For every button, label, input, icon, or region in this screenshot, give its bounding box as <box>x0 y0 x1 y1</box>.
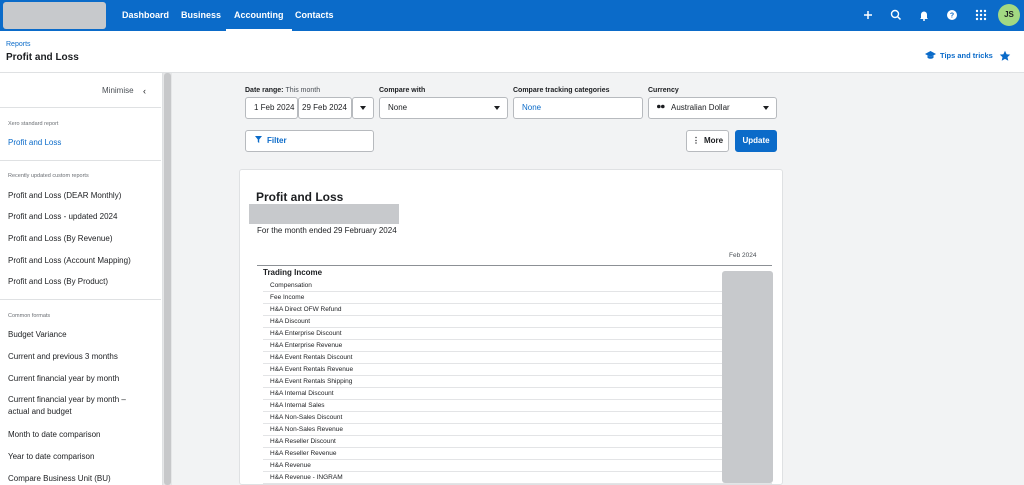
sidebar-divider <box>0 299 161 300</box>
sidebar-section-custom: Recently updated custom reports <box>8 173 89 179</box>
filter-icon <box>255 136 262 143</box>
sidebar-item-custom[interactable]: Profit and Loss - updated 2024 <box>8 211 148 223</box>
report-row[interactable]: Fee Income <box>263 292 772 304</box>
report-row[interactable]: H&A Revenue - INGRAM <box>263 472 772 484</box>
sidebar-item-custom[interactable]: Profit and Loss (By Product) <box>8 276 148 288</box>
report-row[interactable]: H&A Reseller Discount <box>263 436 772 448</box>
report-row[interactable]: H&A Direct OFW Refund <box>263 304 772 316</box>
currency-label: Currency <box>648 87 679 94</box>
report-organisation-name-redacted <box>249 204 399 224</box>
more-vertical-icon: ⋮ <box>691 136 700 145</box>
search-icon[interactable] <box>889 8 903 22</box>
chevron-down-icon <box>360 106 366 110</box>
report-subtitle: For the month ended 29 February 2024 <box>257 226 397 235</box>
compare-with-select[interactable]: None <box>379 97 508 119</box>
date-range-label: Date range: This month <box>245 87 321 94</box>
report-row[interactable]: H&A Internal Discount <box>263 388 772 400</box>
graduation-cap-icon <box>925 51 936 59</box>
sidebar-divider <box>0 160 161 161</box>
more-label: More <box>703 136 724 145</box>
sidebar-item-profit-and-loss[interactable]: Profit and Loss <box>8 137 148 149</box>
date-range-dropdown[interactable] <box>352 97 374 119</box>
sidebar-item-format[interactable]: Year to date comparison <box>8 451 148 463</box>
nav-dashboard[interactable]: Dashboard <box>122 0 169 31</box>
report-title: Profit and Loss <box>256 190 344 204</box>
currency-flag-icon <box>657 97 665 109</box>
date-range-value: This month <box>285 87 321 94</box>
currency-select[interactable]: Australian Dollar <box>648 97 777 119</box>
more-button[interactable]: ⋮ More <box>686 130 729 152</box>
currency-value: Australian Dollar <box>671 103 730 112</box>
report-row[interactable]: H&A Internal Sales <box>263 400 772 412</box>
page-title: Profit and Loss <box>6 52 79 63</box>
sidebar-item-format[interactable]: Month to date comparison <box>8 429 148 441</box>
filter-button[interactable]: Filter <box>245 130 374 152</box>
chevron-down-icon <box>763 106 769 110</box>
favourite-star-icon[interactable] <box>999 50 1011 62</box>
report-section-title: Trading Income <box>263 268 323 277</box>
tips-and-tricks-link[interactable]: Tips and tricks <box>925 51 993 60</box>
report-row[interactable]: H&A Event Rentals Discount <box>263 352 772 364</box>
organisation-switcher[interactable] <box>3 2 106 29</box>
bell-icon[interactable] <box>917 8 931 22</box>
plus-icon[interactable] <box>861 8 875 22</box>
report-row[interactable]: H&A Event Rentals Revenue <box>263 364 772 376</box>
report-column-header: Feb 2024 <box>729 252 757 259</box>
report-sidebar: Minimise ‹ Xero standard report Profit a… <box>0 73 163 485</box>
sidebar-divider <box>0 107 161 108</box>
page-header: Reports Profit and Loss Tips and tricks <box>0 31 1024 73</box>
nav-contacts[interactable]: Contacts <box>295 0 334 31</box>
section-divider <box>257 265 772 266</box>
tips-label: Tips and tricks <box>940 51 993 60</box>
date-from-field[interactable]: 1 Feb 2024 <box>245 97 298 119</box>
svg-text:?: ? <box>950 13 954 20</box>
report-row[interactable]: H&A Reseller Revenue <box>263 448 772 460</box>
report-row[interactable]: H&A Enterprise Discount <box>263 328 772 340</box>
report-row[interactable]: H&A Revenue <box>263 460 772 472</box>
report-row[interactable]: Compensation <box>263 280 772 292</box>
sidebar-item-format[interactable]: Current financial year by month – actual… <box>8 394 138 418</box>
report-row[interactable]: H&A Enterprise Revenue <box>263 340 772 352</box>
sidebar-section-formats: Common formats <box>8 313 51 319</box>
report-card: Profit and Loss For the month ended 29 F… <box>239 169 783 485</box>
chevron-left-icon[interactable]: ‹ <box>143 86 146 96</box>
nav-accounting[interactable]: Accounting <box>226 0 292 31</box>
filter-label: Filter <box>267 136 287 145</box>
report-row[interactable]: H&A Discount <box>263 316 772 328</box>
sidebar-item-format[interactable]: Current financial year by month <box>8 373 148 385</box>
sidebar-scrollbar[interactable] <box>163 73 172 485</box>
avatar[interactable]: JS <box>998 4 1020 26</box>
tracking-categories-label: Compare tracking categories <box>513 87 610 94</box>
nav-business[interactable]: Business <box>181 0 221 31</box>
sidebar-item-format[interactable]: Compare Business Unit (BU) <box>8 473 148 485</box>
date-to-field[interactable]: 29 Feb 2024 <box>298 97 352 119</box>
report-values-redacted <box>722 271 773 483</box>
tracking-categories-input[interactable]: None <box>513 97 643 119</box>
chevron-down-icon <box>494 106 500 110</box>
sidebar-section-standard: Xero standard report <box>8 121 59 127</box>
minimise-label[interactable]: Minimise <box>102 86 134 95</box>
sidebar-item-custom[interactable]: Profit and Loss (DEAR Monthly) <box>8 190 148 202</box>
compare-with-value: None <box>388 103 408 112</box>
breadcrumb[interactable]: Reports <box>6 41 31 48</box>
update-button[interactable]: Update <box>735 130 777 152</box>
top-navigation: Dashboard Business Accounting Contacts ?… <box>0 0 1024 31</box>
compare-with-label: Compare with <box>379 87 426 94</box>
report-row[interactable]: H&A Non-Sales Revenue <box>263 424 772 436</box>
sidebar-item-format[interactable]: Budget Variance <box>8 329 148 341</box>
apps-grid-icon[interactable] <box>974 8 988 22</box>
help-icon[interactable]: ? <box>945 8 959 22</box>
sidebar-item-custom[interactable]: Profit and Loss (Account Mapping) <box>8 255 148 267</box>
scrollbar-thumb[interactable] <box>164 73 171 485</box>
sidebar-item-format[interactable]: Current and previous 3 months <box>8 351 148 363</box>
sidebar-item-custom[interactable]: Profit and Loss (By Revenue) <box>8 233 148 245</box>
report-row[interactable]: H&A Non-Sales Discount <box>263 412 772 424</box>
report-row[interactable]: H&A Event Rentals Shipping <box>263 376 772 388</box>
